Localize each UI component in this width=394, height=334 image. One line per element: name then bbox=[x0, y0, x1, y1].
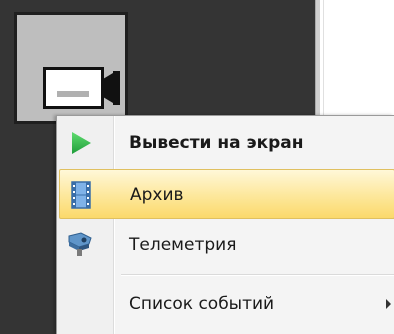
camera-tile[interactable] bbox=[14, 12, 128, 124]
menu-item-label: Телеметрия bbox=[129, 235, 237, 255]
menu-item-label: Архив bbox=[130, 185, 184, 205]
menu-item-event-list[interactable]: Список событий bbox=[59, 279, 394, 329]
menu-item-show-on-screen[interactable]: Вывести на экран bbox=[59, 118, 394, 168]
menu-separator bbox=[121, 274, 394, 276]
play-icon bbox=[72, 132, 91, 154]
video-camera-icon bbox=[43, 67, 120, 109]
film-icon bbox=[71, 181, 91, 209]
menu-item-telemetry[interactable]: Телеметрия bbox=[59, 220, 394, 270]
context-menu: Вывести на экран Архив Телеметрия Список… bbox=[56, 115, 394, 334]
menu-item-archive[interactable]: Архив bbox=[59, 169, 394, 219]
submenu-arrow-icon bbox=[386, 299, 391, 309]
menu-item-label: Список событий bbox=[129, 294, 275, 314]
telemetry-icon bbox=[68, 232, 92, 256]
screen: Вывести на экран Архив Телеметрия Список… bbox=[0, 0, 394, 334]
menu-item-label: Вывести на экран bbox=[129, 133, 304, 153]
